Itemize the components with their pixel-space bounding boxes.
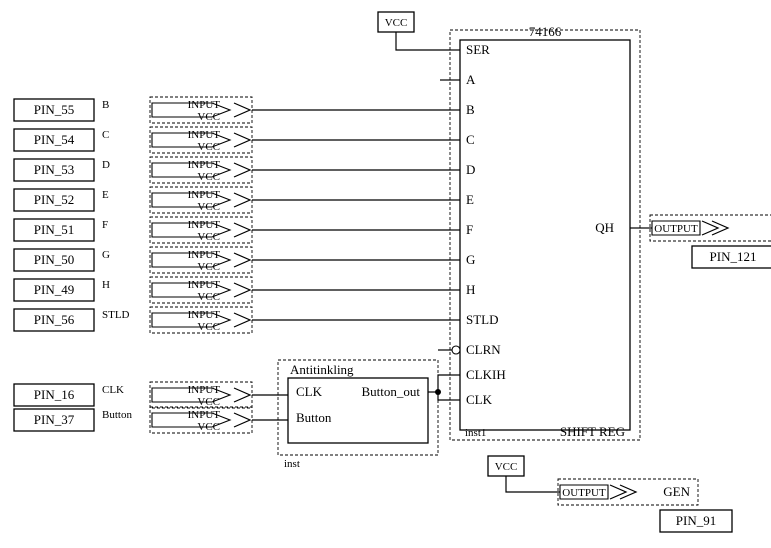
vcc-label-top: VCC [385,17,408,29]
output-pin: PIN_121 [710,249,757,264]
port-H: H [466,282,475,297]
signal-name: H [102,279,110,291]
port-D: D [466,162,475,177]
signal-name: E [102,189,109,201]
schematic-diagram: .box { fill:#fff; stroke:#000; stroke-wi… [0,0,771,548]
antitinkling-in1: CLK [296,384,323,399]
pin-label: PIN_54 [34,132,75,147]
input-label-bottom: VCC [197,201,220,213]
pin-label: PIN_49 [34,282,74,297]
input-label-bottom: VCC [197,141,220,153]
output-signal: GEN [663,484,690,499]
pin-label: PIN_16 [34,387,75,402]
signal-name: STLD [102,309,130,321]
signal-name: C [102,129,109,141]
input-label-bottom: VCC [197,231,220,243]
input-label-top: INPUT [188,409,221,421]
signal-name: CLK [102,384,124,396]
pin-label: PIN_55 [34,102,74,117]
port-QH: QH [595,220,614,235]
pin-label: PIN_37 [34,412,75,427]
input-label-top: INPUT [188,279,221,291]
input-label-bottom: VCC [197,421,220,433]
input-label-top: INPUT [188,384,221,396]
input-label-bottom: VCC [197,261,220,273]
output-label: OUTPUT [562,487,606,499]
signal-name: B [102,99,109,111]
pin-label: PIN_50 [34,252,74,267]
input-label-bottom: VCC [197,111,220,123]
signal-name: D [102,159,110,171]
input-label-top: INPUT [188,189,221,201]
input-label-top: INPUT [188,129,221,141]
input-label-bottom: VCC [197,396,220,408]
port-A: A [466,72,476,87]
input-label-top: INPUT [188,159,221,171]
pin-label: PIN_53 [34,162,74,177]
port-CLK: CLK [466,392,493,407]
port-C: C [466,132,475,147]
signal-name: G [102,249,110,261]
input-label-top: INPUT [188,249,221,261]
pin-label: PIN_56 [34,312,75,327]
shift-reg-chip: 74166 [529,24,562,39]
vcc-label-bottom: VCC [495,461,518,473]
signal-name: F [102,219,108,231]
port-E: E [466,192,474,207]
port-B: B [466,102,475,117]
port-SER: SER [466,42,490,57]
shift-reg-inst: inst1 [465,427,486,439]
port-STLD: STLD [466,312,499,327]
shift-reg-label: SHIFT REG [560,424,625,439]
input-label-bottom: VCC [197,291,220,303]
input-label-bottom: VCC [197,171,220,183]
port-G: G [466,252,475,267]
output-label: OUTPUT [654,223,698,235]
port-CLKIH: CLKIH [466,367,506,382]
antitinkling-inst: inst [284,458,300,470]
antitinkling-out: Button_out [361,384,420,399]
input-label-top: INPUT [188,99,221,111]
port-CLRN: CLRN [466,342,501,357]
signal-name: Button [102,409,132,421]
port-F: F [466,222,473,237]
antitinkling-in2: Button [296,410,332,425]
pin-label: PIN_51 [34,222,74,237]
pin-label: PIN_52 [34,192,74,207]
input-label-top: INPUT [188,219,221,231]
input-label-top: INPUT [188,309,221,321]
input-label-bottom: VCC [197,321,220,333]
antitinkling-title: Antitinkling [290,362,354,377]
output-pin: PIN_91 [676,513,716,528]
